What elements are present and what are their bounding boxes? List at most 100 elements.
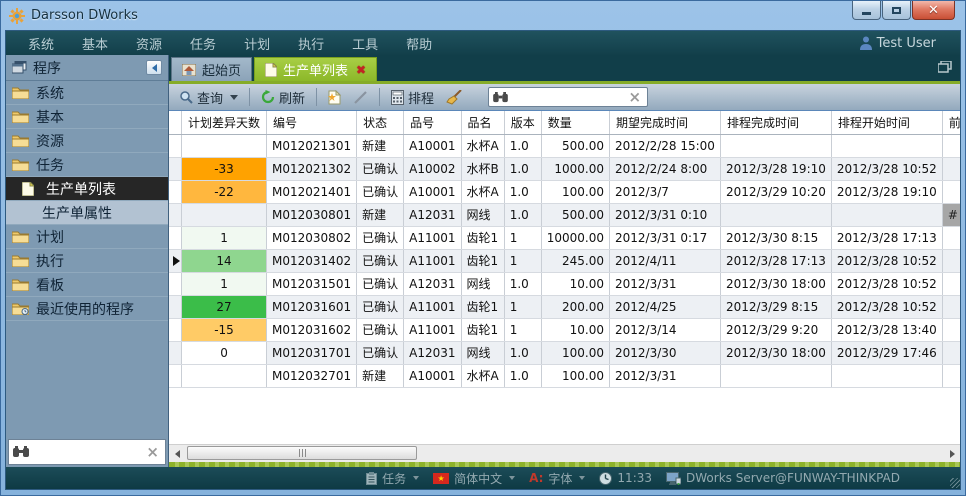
minimize-button[interactable] [852,1,881,20]
column-header-diff[interactable]: 计划差异天数 [182,111,267,134]
menu-item-1[interactable]: 系统 [16,32,66,55]
cell-expect_end[interactable]: 2012/3/14 [610,318,721,341]
cell-no[interactable]: M012031501 [267,272,357,295]
cell-expect_end[interactable]: 2012/3/31 0:10 [610,203,721,226]
cell-item_no[interactable]: A10002 [404,157,461,180]
cell-expect_end[interactable]: 2012/2/24 8:00 [610,157,721,180]
cell-diff[interactable] [182,134,267,157]
scrollbar-thumb[interactable] [187,446,417,460]
cell-sched_end[interactable]: 2012/3/29 10:20 [720,180,831,203]
cell-sched_end[interactable]: 2012/3/28 17:13 [720,249,831,272]
cell-item_name[interactable]: 水杯A [461,180,504,203]
cell-diff[interactable]: 27 [182,295,267,318]
cell-diff[interactable]: -15 [182,318,267,341]
cell-clipped[interactable] [942,295,960,318]
cell-expect_end[interactable]: 2012/4/11 [610,249,721,272]
table-row[interactable]: M012021301新建A10001水杯A1.0500.002012/2/28 … [169,134,960,157]
toolbar-search-clear-icon[interactable]: × [626,90,643,105]
cell-version[interactable]: 1.0 [504,180,541,203]
menu-item-5[interactable]: 计划 [232,32,282,55]
cell-diff[interactable]: -22 [182,180,267,203]
cell-sched_start[interactable]: 2012/3/28 19:10 [831,180,942,203]
tab-close-icon[interactable]: ✖ [356,63,366,77]
cell-qty[interactable]: 100.00 [541,341,609,364]
cell-version[interactable]: 1.0 [504,134,541,157]
cell-sched_end[interactable] [720,203,831,226]
cell-clipped[interactable] [942,318,960,341]
query-button[interactable]: 查询 [175,86,242,109]
column-header-sched_end[interactable]: 排程完成时间 [720,111,831,134]
table-row[interactable]: M012032701新建A10001水杯A1.0100.002012/3/31 [169,364,960,387]
sidebar-item-基本[interactable]: 基本 [6,105,168,129]
cell-status[interactable]: 已确认 [357,295,404,318]
cell-status[interactable]: 新建 [357,134,404,157]
menu-item-6[interactable]: 执行 [286,32,336,55]
cell-sched_start[interactable]: 2012/3/28 10:52 [831,249,942,272]
cell-expect_end[interactable]: 2012/3/7 [610,180,721,203]
cell-diff[interactable]: 1 [182,226,267,249]
cell-sched_start[interactable] [831,134,942,157]
cell-version[interactable]: 1.0 [504,364,541,387]
status-language-menu[interactable]: ★ 简体中文 [433,470,515,487]
cell-no[interactable]: M012031701 [267,341,357,364]
cell-status[interactable]: 已确认 [357,226,404,249]
menu-item-2[interactable]: 基本 [70,32,120,55]
cell-item_name[interactable]: 水杯B [461,157,504,180]
cell-expect_end[interactable]: 2012/3/31 [610,272,721,295]
table-row[interactable]: -33M012021302已确认A10002水杯B1.01000.002012/… [169,157,960,180]
cell-version[interactable]: 1 [504,295,541,318]
cell-diff[interactable] [182,203,267,226]
cell-expect_end[interactable]: 2012/4/25 [610,295,721,318]
cell-version[interactable]: 1 [504,249,541,272]
cell-sched_end[interactable]: 2012/3/28 19:10 [720,157,831,180]
cell-clipped[interactable] [942,226,960,249]
table-row[interactable]: 14M012031402已确认A11001齿轮11245.002012/4/11… [169,249,960,272]
cell-qty[interactable]: 10000.00 [541,226,609,249]
cell-sched_start[interactable] [831,203,942,226]
column-header-status[interactable]: 状态 [357,111,404,134]
table-row[interactable]: -22M012021401已确认A10001水杯A1.0100.002012/3… [169,180,960,203]
close-button[interactable]: ✕ [912,1,955,20]
sidebar-search-input[interactable] [29,445,144,459]
column-header-item_no[interactable]: 品号 [404,111,461,134]
cell-sched_end[interactable]: 2012/3/30 18:00 [720,341,831,364]
cell-sched_end[interactable]: 2012/3/30 8:15 [720,226,831,249]
cell-item_no[interactable]: A12031 [404,272,461,295]
cell-clipped[interactable] [942,134,960,157]
cell-no[interactable]: M012021301 [267,134,357,157]
sidebar-item-执行[interactable]: 执行 [6,249,168,273]
cell-version[interactable]: 1 [504,318,541,341]
cell-expect_end[interactable]: 2012/3/31 [610,364,721,387]
column-header-clipped[interactable]: 前 [942,111,960,134]
cell-status[interactable]: 新建 [357,203,404,226]
status-task-menu[interactable]: 任务 [366,470,419,487]
table-row[interactable]: 27M012031601已确认A11001齿轮11200.002012/4/25… [169,295,960,318]
cell-item_name[interactable]: 齿轮1 [461,226,504,249]
cell-no[interactable]: M012030802 [267,226,357,249]
menu-item-7[interactable]: 工具 [340,32,390,55]
cell-item_name[interactable]: 网线 [461,272,504,295]
cell-diff[interactable]: 14 [182,249,267,272]
cell-version[interactable]: 1.0 [504,341,541,364]
sidebar-item-看板[interactable]: 看板 [6,273,168,297]
cell-status[interactable]: 新建 [357,364,404,387]
schedule-button[interactable]: 排程 [387,86,438,109]
cell-clipped[interactable] [942,249,960,272]
cell-item_no[interactable]: A11001 [404,249,461,272]
cell-sched_start[interactable]: 2012/3/29 17:46 [831,341,942,364]
scroll-left-button[interactable] [169,446,185,462]
cell-clipped[interactable] [942,272,960,295]
clean-button[interactable] [442,88,466,107]
cell-diff[interactable] [182,364,267,387]
cell-no[interactable]: M012031402 [267,249,357,272]
cell-sched_end[interactable] [720,134,831,157]
sidebar-item-系统[interactable]: 系统 [6,81,168,105]
cell-no[interactable]: M012021302 [267,157,357,180]
cell-sched_end[interactable] [720,364,831,387]
new-button[interactable] [324,88,345,107]
cell-version[interactable]: 1.0 [504,272,541,295]
resize-grip[interactable] [950,478,960,488]
scroll-right-button[interactable] [944,446,960,462]
cell-qty[interactable]: 500.00 [541,203,609,226]
cell-qty[interactable]: 1000.00 [541,157,609,180]
